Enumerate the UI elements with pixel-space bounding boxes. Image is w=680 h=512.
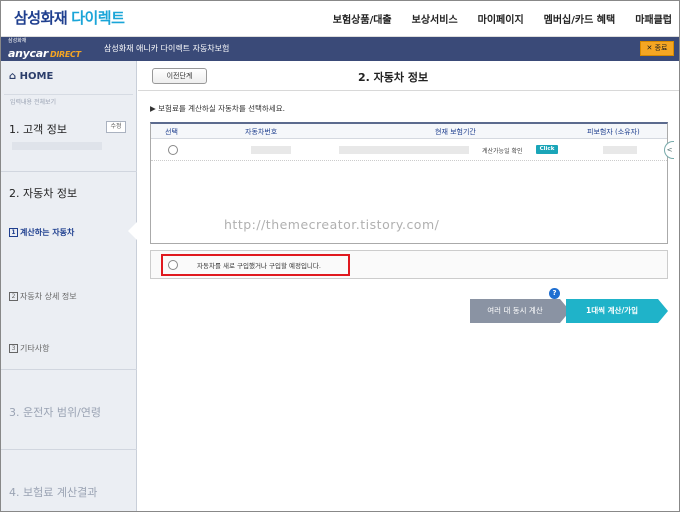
brand-logo[interactable]: 삼성화재 다이렉트 — [14, 7, 125, 28]
single-car-calc-button[interactable]: 1대씩 계산/가입 — [566, 299, 668, 323]
nav-item-products[interactable]: 보험상품/대출 — [333, 11, 392, 26]
edit-customer-button[interactable]: 수정 — [106, 121, 126, 133]
sidebar-divider — [0, 369, 137, 370]
car-number-blurred — [251, 146, 291, 154]
substep-label: 기타사항 — [20, 344, 50, 353]
main-content: 이전단계 2. 자동차 정보 ▶ 보험료를 계산하실 자동차를 선택하세요. 선… — [138, 61, 680, 512]
customer-info-blurred — [12, 142, 102, 150]
sidebar-substep-select-car[interactable]: 1 계산하는 자동차 — [9, 227, 74, 238]
row-expand-icon[interactable]: < — [664, 141, 674, 159]
previous-step-button[interactable]: 이전단계 — [152, 68, 207, 84]
new-car-option[interactable]: 자동차를 새로 구입했거나 구입할 예정입니다. — [150, 250, 668, 279]
step-sidebar: ⌂ HOME 입력내용 전체보기 1. 고객 정보 수정 2. 자동차 정보 1… — [0, 61, 138, 512]
table-row[interactable]: 계산가능일 확인 Click < — [151, 139, 674, 161]
app-title: 삼성화재 애니카 다이렉트 자동차보험 — [104, 44, 230, 53]
period-blurred — [339, 146, 469, 154]
instruction-text: ▶ 보험료를 계산하실 자동차를 선택하세요. — [150, 104, 285, 113]
nav-item-club[interactable]: 마패클럽 — [635, 11, 672, 26]
brand-name-primary: 삼성화재 — [14, 9, 68, 27]
sidebar-view-all[interactable]: 입력내용 전체보기 — [4, 94, 133, 106]
sidebar-step-driver: 3. 운전자 범위/연령 — [9, 406, 102, 419]
nav-item-claims[interactable]: 보상서비스 — [412, 11, 458, 26]
header-insured: 피보험자 (소유자) — [587, 128, 640, 136]
watermark-text: http://themecreator.tistory.com/ — [224, 217, 440, 232]
header-car-number: 자동차번호 — [245, 128, 278, 136]
page-title: 2. 자동차 정보 — [358, 71, 429, 84]
app-bar: 삼성화재 anycar DIRECT 삼성화재 애니카 다이렉트 자동차보험 ✕ … — [0, 37, 680, 61]
help-icon[interactable]: ? — [549, 288, 560, 299]
table-header: 선택 자동차번호 현재 보험기간 피보험자 (소유자) — [151, 124, 667, 139]
anycar-logo-main: anycar — [8, 47, 48, 60]
multi-car-calc-button[interactable]: 여러 대 동시 계산 — [470, 299, 570, 323]
sidebar-substep-etc[interactable]: 3 기타사항 — [9, 343, 49, 354]
sidebar-divider — [0, 171, 137, 172]
new-car-label: 자동차를 새로 구입했거나 구입할 예정입니다. — [197, 262, 321, 270]
substep-number: 3 — [9, 344, 18, 353]
main-header: 이전단계 2. 자동차 정보 — [138, 61, 680, 91]
sidebar-home-link[interactable]: ⌂ HOME — [0, 61, 137, 91]
nav-item-mypage[interactable]: 마이페이지 — [478, 11, 524, 26]
anycar-logo: 삼성화재 anycar DIRECT — [8, 39, 81, 60]
check-date-button[interactable]: Click — [536, 145, 558, 154]
insured-blurred — [603, 146, 637, 154]
car-radio-button[interactable] — [168, 145, 178, 155]
top-navigation: 보험상품/대출 보상서비스 마이페이지 멤버십/카드 혜택 마패클럽 — [333, 11, 672, 26]
sidebar-substep-car-detail[interactable]: 2 자동차 상세 정보 — [9, 291, 77, 302]
nav-item-membership[interactable]: 멤버십/카드 혜택 — [544, 11, 616, 26]
substep-number: 2 — [9, 292, 18, 301]
sidebar-step-vehicle: 2. 자동차 정보 — [9, 187, 78, 200]
new-car-radio-button[interactable] — [168, 260, 178, 270]
header-insurance-period: 현재 보험기간 — [435, 128, 476, 136]
check-date-text: 계산가능일 확인 — [482, 148, 523, 155]
sidebar-step-result: 4. 보험료 계산결과 — [9, 486, 98, 499]
header-select: 선택 — [165, 128, 178, 136]
brand-name-secondary: 다이렉트 — [71, 9, 125, 27]
site-header: 삼성화재 다이렉트 보험상품/대출 보상서비스 마이페이지 멤버십/카드 혜택 마… — [0, 0, 680, 37]
close-button[interactable]: ✕ 종료 — [640, 41, 674, 56]
substep-label: 자동차 상세 정보 — [20, 292, 77, 301]
active-pointer-icon — [128, 221, 138, 241]
anycar-logo-top: 삼성화재 — [8, 38, 27, 44]
anycar-logo-sub: DIRECT — [50, 50, 81, 59]
sidebar-divider — [0, 449, 137, 450]
substep-number: 1 — [9, 228, 18, 237]
substep-label: 계산하는 자동차 — [20, 228, 75, 237]
